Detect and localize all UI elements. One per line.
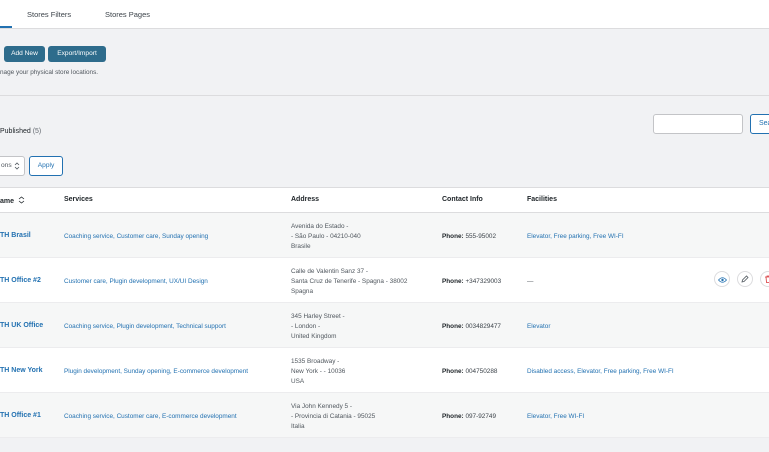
phone-number: 0034829477	[465, 323, 501, 330]
table-row: TH New York Plugin development, Sunday o…	[0, 348, 769, 393]
store-address: Calle de Valentin Sanz 37 - Santa Cruz d…	[291, 267, 407, 297]
tab-stores-pages[interactable]: Stores Pages	[105, 10, 150, 19]
bulk-actions-value: ons	[1, 162, 12, 169]
column-header-name[interactable]: ame	[0, 196, 25, 205]
store-address: 1535 Broadway - New York - - 10036 USA	[291, 357, 345, 387]
status-filter-label: Published	[0, 128, 31, 135]
table-header: ame Services Address Contact Info Facili…	[0, 187, 769, 213]
search-input[interactable]	[653, 114, 743, 134]
address-line: USA	[291, 378, 305, 385]
store-name-link[interactable]: TH Brasil	[0, 232, 31, 239]
address-line: - Provincia di Catania - 95025	[291, 413, 376, 420]
store-contact: Phone: 097-92749	[442, 413, 496, 420]
store-services[interactable]: Coaching service, Customer care, Sunday …	[64, 233, 208, 240]
address-line: Italia	[291, 423, 305, 430]
active-tab-indicator	[0, 26, 12, 28]
bulk-actions-select[interactable]: ons	[0, 156, 25, 176]
address-line: United Kingdom	[291, 333, 337, 340]
store-facilities[interactable]: Disabled access, Elevator, Free parking,…	[527, 368, 674, 375]
store-name-link[interactable]: TH New York	[0, 367, 43, 374]
delete-button[interactable]	[760, 271, 769, 287]
store-address: Avenida do Estado - - São Paulo - 04210-…	[291, 222, 361, 252]
store-facilities: —	[527, 278, 534, 285]
address-line: 1535 Broadway -	[291, 358, 340, 365]
phone-number: 004750288	[465, 368, 498, 375]
store-name-link[interactable]: TH Office #1	[0, 412, 41, 419]
view-button[interactable]	[714, 271, 730, 287]
sort-icon	[16, 196, 25, 205]
store-services[interactable]: Coaching service, Customer care, E-comme…	[64, 413, 237, 420]
apply-button[interactable]: Apply	[29, 156, 63, 176]
phone-label: Phone:	[442, 233, 464, 240]
store-facilities[interactable]: Elevator	[527, 323, 550, 330]
top-tab-bar: Stores Filters Stores Pages	[0, 0, 769, 29]
store-address: Via John Kennedy 5 - - Provincia di Cata…	[291, 402, 375, 432]
page-description: nage your physical store locations.	[0, 69, 99, 76]
address-line: Via John Kennedy 5 -	[291, 403, 352, 410]
store-name-link[interactable]: TH UK Office	[0, 322, 43, 329]
address-line: Avenida do Estado -	[291, 223, 349, 230]
column-header-name-label: ame	[0, 198, 15, 205]
store-facilities[interactable]: Elevator, Free parking, Free WI-FI	[527, 233, 624, 240]
export-import-button[interactable]: Export/Import	[48, 46, 106, 62]
tab-stores-filters[interactable]: Stores Filters	[27, 10, 71, 19]
table-row: TH UK Office Coaching service, Plugin de…	[0, 303, 769, 348]
phone-label: Phone:	[442, 278, 464, 285]
store-contact: Phone: 0034829477	[442, 323, 501, 330]
phone-number: 555-95002	[465, 233, 496, 240]
store-contact: Phone: 004750288	[442, 368, 497, 375]
address-line: - São Paulo - 04210-040	[291, 233, 361, 240]
store-services[interactable]: Coaching service, Plugin development, Te…	[64, 323, 226, 330]
phone-label: Phone:	[442, 368, 464, 375]
phone-label: Phone:	[442, 323, 464, 330]
address-line: - London -	[291, 323, 321, 330]
status-filter-published[interactable]: Published (5)	[0, 128, 41, 135]
column-header-contact: Contact Info	[442, 196, 483, 203]
store-contact: Phone: +347329003	[442, 278, 501, 285]
chevron-updown-icon	[14, 157, 20, 183]
store-facilities[interactable]: Elevator, Free WI-FI	[527, 413, 584, 420]
table-row: TH Office #1 Coaching service, Customer …	[0, 393, 769, 438]
store-services[interactable]: Customer care, Plugin development, UX/UI…	[64, 278, 208, 285]
address-line: 345 Harley Street -	[291, 313, 345, 320]
store-contact: Phone: 555-95002	[442, 233, 496, 240]
store-services[interactable]: Plugin development, Sunday opening, E-co…	[64, 368, 248, 375]
status-filter-count: (5)	[32, 128, 42, 135]
phone-number: 097-92749	[465, 413, 496, 420]
address-line: Spagna	[291, 288, 314, 295]
phone-label: Phone:	[442, 413, 464, 420]
column-header-services: Services	[64, 196, 93, 203]
eye-icon	[717, 270, 727, 288]
column-header-facilities: Facilities	[527, 196, 557, 203]
search-button[interactable]: Sea	[750, 114, 769, 134]
store-name-link[interactable]: TH Office #2	[0, 277, 41, 284]
section-divider	[0, 95, 769, 96]
trash-icon	[764, 270, 769, 288]
phone-number: +347329003	[465, 278, 502, 285]
add-new-button[interactable]: Add New	[4, 46, 45, 62]
pencil-icon	[741, 270, 749, 288]
address-line: Santa Cruz de Tenerife - Spagna - 38002	[291, 278, 408, 285]
address-line: Brasile	[291, 243, 311, 250]
store-address: 345 Harley Street - - London - United Ki…	[291, 312, 345, 342]
address-line: Calle de Valentin Sanz 37 -	[291, 268, 368, 275]
table-row: TH Office #2 Customer care, Plugin devel…	[0, 258, 769, 303]
stores-table: ame Services Address Contact Info Facili…	[0, 187, 769, 438]
address-line: New York - - 10036	[291, 368, 346, 375]
edit-button[interactable]	[737, 271, 753, 287]
column-header-address: Address	[291, 196, 320, 203]
table-row: TH Brasil Coaching service, Customer car…	[0, 213, 769, 258]
